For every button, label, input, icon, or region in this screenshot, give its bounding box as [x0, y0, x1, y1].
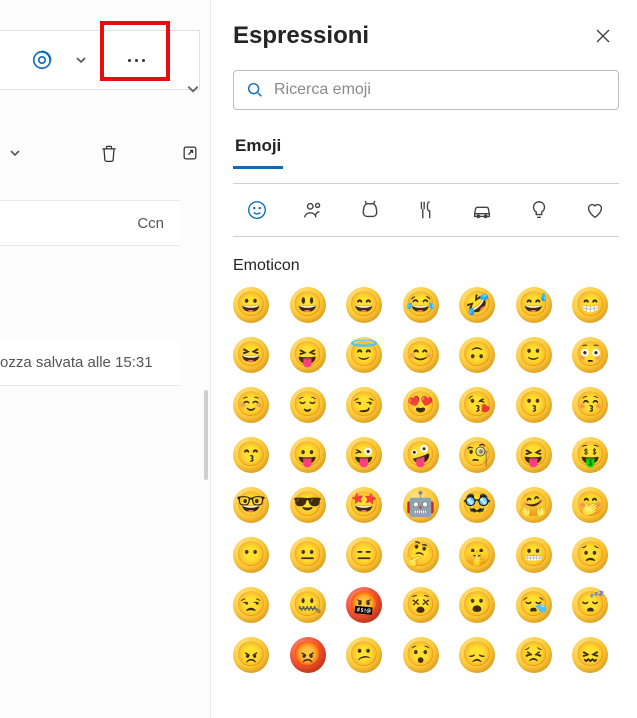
tab-emoji[interactable]: Emoji	[233, 130, 283, 169]
emoji-item[interactable]: 😀	[233, 287, 269, 323]
emoji-item[interactable]: 🤓	[233, 487, 269, 523]
emoji-item[interactable]: 😎	[290, 487, 326, 523]
collapse-chevron[interactable]	[186, 82, 200, 96]
compose-background: Ccn ozza salvata alle 15:31	[0, 0, 210, 718]
emoji-item[interactable]: 😖	[572, 637, 608, 673]
category-objects[interactable]	[523, 194, 555, 226]
emoji-item[interactable]: 😬	[516, 537, 552, 573]
draft-status-text: ozza salvata alle 15:31	[0, 354, 153, 371]
section-label-emoticon: Emoticon	[233, 257, 619, 275]
emoji-item[interactable]: 🧐	[459, 437, 495, 473]
emoji-item[interactable]: 😍	[403, 387, 439, 423]
emoji-item[interactable]: 🤩	[346, 487, 382, 523]
emoji-item[interactable]: 😣	[516, 637, 552, 673]
emoji-item[interactable]: 🤭	[572, 487, 608, 523]
emoji-scroll-area[interactable]: 😀 😃 😄 😂 🤣 😅 😁 😆 😝 😇 😊 🙃 🙂 😳 ☺️ 😌 😏 😍 😘 😗 😚 😙 😛 😜 🤪 🧐 😝 🤑 🤓 😎 🤩 🤖 🥸 🤗 🤭 😶 😐 😑 🤔…	[233, 287, 619, 718]
emoji-item[interactable]: ☺️	[233, 387, 269, 423]
more-options-button[interactable]	[108, 36, 164, 84]
message-actions-row	[0, 130, 200, 176]
emoji-item[interactable]: 😵	[403, 587, 439, 623]
emoji-item[interactable]: 😘	[459, 387, 495, 423]
emoji-item[interactable]: 😝	[516, 437, 552, 473]
bcc-label: Ccn	[137, 215, 164, 232]
panel-title: Espressioni	[233, 22, 369, 50]
emoji-item[interactable]: 😛	[290, 437, 326, 473]
emoji-item[interactable]: 😴	[572, 587, 608, 623]
emoji-item[interactable]: 😇	[346, 337, 382, 373]
emoji-item[interactable]: 🤐	[290, 587, 326, 623]
emoji-item[interactable]: 😄	[346, 287, 382, 323]
emoji-item[interactable]: 😏	[346, 387, 382, 423]
expression-tabs: Emoji	[233, 130, 619, 169]
emoji-category-row	[233, 183, 619, 237]
emoji-item[interactable]: 😑	[346, 537, 382, 573]
emoji-item[interactable]: 😳	[572, 337, 608, 373]
popout-button[interactable]	[180, 143, 200, 163]
emoji-item[interactable]: 🤪	[403, 437, 439, 473]
emoji-search-box[interactable]	[233, 70, 619, 110]
emoji-item[interactable]: 😐	[290, 537, 326, 573]
category-smileys[interactable]	[241, 194, 273, 226]
emoji-item[interactable]: 😕	[346, 637, 382, 673]
emoji-item[interactable]: 😒	[233, 587, 269, 623]
bcc-toggle[interactable]: Ccn	[0, 200, 180, 246]
emoji-search-input[interactable]	[274, 81, 606, 99]
emoji-item[interactable]: 🤬	[346, 587, 382, 623]
emoji-item[interactable]: 😆	[233, 337, 269, 373]
emoji-item[interactable]: 😁	[572, 287, 608, 323]
emoji-item[interactable]: 😚	[572, 387, 608, 423]
emoji-item[interactable]: 🙃	[459, 337, 495, 373]
category-animals[interactable]	[354, 194, 386, 226]
delete-button[interactable]	[99, 143, 119, 163]
emoji-item[interactable]: 😞	[459, 637, 495, 673]
ellipsis-icon	[128, 59, 145, 62]
category-food[interactable]	[410, 194, 442, 226]
scrollbar-thumb[interactable]	[204, 390, 208, 480]
emoji-item[interactable]: 😝	[290, 337, 326, 373]
compose-toolbar	[0, 30, 200, 90]
emoji-item[interactable]: 🤑	[572, 437, 608, 473]
emoji-item[interactable]: 🤫	[459, 537, 495, 573]
close-button[interactable]	[587, 20, 619, 52]
emoji-item[interactable]: 😮	[459, 587, 495, 623]
emoji-item[interactable]: 🤣	[459, 287, 495, 323]
emoji-item[interactable]: 😶	[233, 537, 269, 573]
loop-component-button[interactable]	[20, 41, 64, 79]
emoji-item[interactable]: 😡	[290, 637, 326, 673]
emoji-item[interactable]: 🤖	[403, 487, 439, 523]
category-symbols[interactable]	[579, 194, 611, 226]
emoji-item[interactable]: 🤗	[516, 487, 552, 523]
emoji-item[interactable]: 😟	[572, 537, 608, 573]
expressions-panel: Espressioni Emoji Emoti	[210, 0, 637, 718]
emoji-item[interactable]: 😃	[290, 287, 326, 323]
emoji-item[interactable]: 😜	[346, 437, 382, 473]
emoji-item[interactable]: 🤔	[403, 537, 439, 573]
emoji-item[interactable]: 😠	[233, 637, 269, 673]
emoji-item[interactable]: 😅	[516, 287, 552, 323]
emoji-item[interactable]: 😗	[516, 387, 552, 423]
category-people[interactable]	[297, 194, 329, 226]
emoji-item[interactable]: 🥸	[459, 487, 495, 523]
emoji-item[interactable]: 😌	[290, 387, 326, 423]
action-chevron[interactable]	[4, 134, 25, 172]
emoji-item[interactable]: 😯	[403, 637, 439, 673]
emoji-item[interactable]: 😙	[233, 437, 269, 473]
draft-status-bar: ozza salvata alle 15:31	[0, 340, 180, 386]
loop-dropdown-chevron[interactable]	[70, 41, 92, 79]
emoji-item[interactable]: 😂	[403, 287, 439, 323]
emoji-grid: 😀 😃 😄 😂 🤣 😅 😁 😆 😝 😇 😊 🙃 🙂 😳 ☺️ 😌 😏 😍 😘 😗 😚 😙 😛 😜 🤪 🧐 😝 🤑 🤓 😎 🤩 🤖 🥸 🤗 🤭 😶 😐 😑 🤔…	[233, 287, 615, 693]
emoji-item[interactable]: 🙂	[516, 337, 552, 373]
emoji-item[interactable]: 😊	[403, 337, 439, 373]
search-icon	[246, 81, 264, 99]
category-travel[interactable]	[466, 194, 498, 226]
emoji-item[interactable]: 😪	[516, 587, 552, 623]
